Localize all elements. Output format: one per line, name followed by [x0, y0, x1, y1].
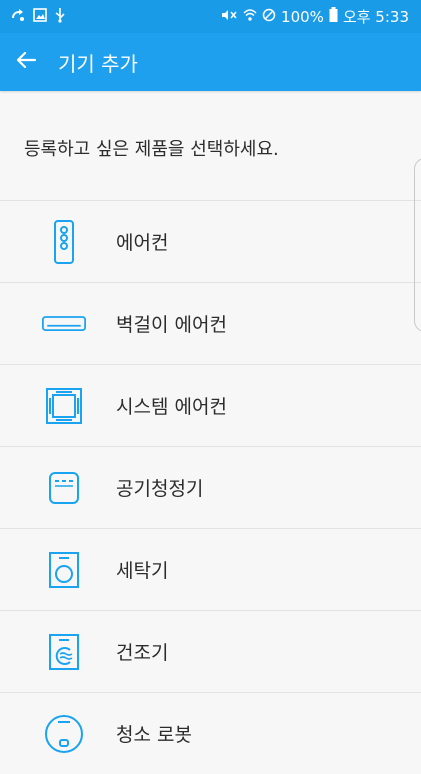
- device-item-air-purifier[interactable]: 공기청정기: [0, 446, 421, 528]
- arrow-left-icon: [16, 51, 37, 73]
- system-ac-icon: [42, 384, 86, 428]
- washer-icon: [42, 548, 86, 592]
- device-label: 시스템 에어컨: [116, 396, 227, 418]
- edge-panel-handle[interactable]: [414, 158, 421, 332]
- sync-icon: [10, 8, 26, 26]
- device-item-washer[interactable]: 세탁기: [0, 528, 421, 610]
- device-item-robot-cleaner[interactable]: 청소 로봇: [0, 692, 421, 774]
- remote-icon: [42, 219, 86, 264]
- status-left-icons: [10, 7, 66, 27]
- device-item-wall-ac[interactable]: 벽걸이 에어컨: [0, 282, 421, 364]
- device-label: 공기청정기: [116, 478, 204, 500]
- status-right-icons: 100% 오후 5:33: [220, 6, 409, 27]
- device-label: 건조기: [116, 642, 169, 664]
- usb-icon: [54, 7, 66, 27]
- status-bar: 100% 오후 5:33: [0, 0, 421, 33]
- device-item-dryer[interactable]: 건조기: [0, 610, 421, 692]
- battery-icon: [329, 7, 338, 26]
- air-purifier-icon: [42, 466, 86, 510]
- mute-icon: [220, 8, 238, 26]
- device-label: 세탁기: [116, 560, 169, 582]
- device-label: 에어컨: [116, 232, 169, 254]
- battery-percent: 100%: [281, 7, 324, 26]
- wall-ac-icon: [42, 302, 86, 346]
- app-bar: 기기 추가: [0, 33, 421, 91]
- device-list: 에어컨 벽걸이 에어컨 시스템 에어컨 공기청정기 세탁기 건조기 청소 로봇: [0, 200, 421, 774]
- no-disturb-icon: [262, 8, 276, 26]
- device-item-air-conditioner[interactable]: 에어컨: [0, 200, 421, 282]
- clock: 오후 5:33: [342, 8, 409, 26]
- instruction-text: 등록하고 싶은 제품을 선택하세요.: [24, 139, 279, 160]
- device-label: 벽걸이 에어컨: [116, 314, 227, 336]
- wifi-icon: [243, 8, 257, 26]
- page-title: 기기 추가: [58, 51, 138, 76]
- back-button[interactable]: [16, 51, 38, 73]
- dryer-icon: [42, 630, 86, 674]
- gallery-icon: [33, 7, 47, 26]
- device-item-system-ac[interactable]: 시스템 에어컨: [0, 364, 421, 446]
- device-label: 청소 로봇: [116, 724, 192, 746]
